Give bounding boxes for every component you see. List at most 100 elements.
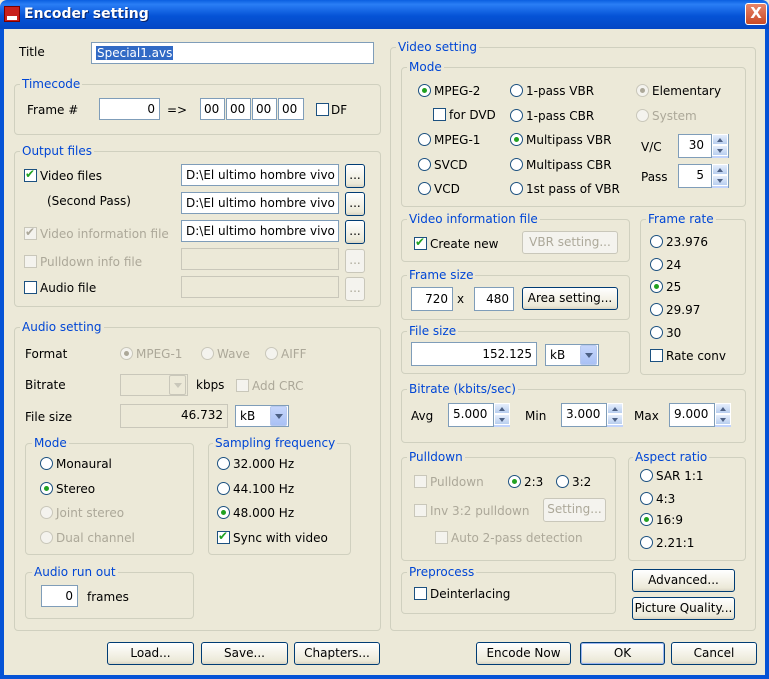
fps-24-radio[interactable] (650, 258, 663, 271)
ok-button[interactable]: OK (580, 642, 665, 665)
cancel-button[interactable]: Cancel (671, 642, 757, 665)
mode-monaural-radio[interactable] (40, 457, 53, 470)
vcd-radio[interactable] (418, 182, 431, 195)
fps-25-radio[interactable] (650, 280, 663, 293)
encode-now-button[interactable]: Encode Now (476, 642, 571, 665)
format-mpeg1-radio[interactable] (120, 347, 133, 360)
rate-conv-checkbox[interactable] (650, 349, 663, 362)
mode-joint-stereo-radio[interactable] (40, 506, 53, 519)
format-wave-radio[interactable] (201, 347, 214, 360)
pulldown-checkbox[interactable] (414, 475, 427, 488)
picture-quality-button[interactable]: Picture Quality... (632, 597, 735, 620)
pulldown-23-radio[interactable] (508, 475, 521, 488)
add-crc-checkbox[interactable] (236, 379, 249, 392)
avg-down-arrow-icon[interactable] (494, 414, 510, 425)
load-button[interactable]: Load... (107, 642, 194, 665)
df-checkbox[interactable] (316, 103, 329, 116)
pass-spinner[interactable] (711, 164, 728, 188)
browse-audio-button[interactable]: ... (345, 277, 365, 301)
rate-32000-radio[interactable] (217, 457, 230, 470)
vc-down-arrow-icon[interactable] (712, 145, 728, 156)
advanced-button[interactable]: Advanced... (632, 569, 735, 592)
pulldown-info-checkbox[interactable] (24, 255, 37, 268)
vbr-1pass-radio[interactable] (510, 84, 523, 97)
video-info-checkbox[interactable] (24, 225, 37, 240)
multipass-cbr-radio[interactable] (510, 158, 523, 171)
max-up-arrow-icon[interactable] (715, 403, 731, 414)
rate-32000-label: 32.000 Hz (233, 457, 295, 471)
frame-height-input[interactable]: 480 (474, 287, 514, 311)
mpeg2-radio[interactable] (418, 84, 431, 97)
deinterlacing-checkbox[interactable] (414, 587, 427, 600)
frame-width-input[interactable]: 720 (411, 287, 453, 311)
min-up-arrow-icon[interactable] (607, 403, 623, 414)
multipass-vbr-radio[interactable] (510, 133, 523, 146)
first-pass-vbr-radio[interactable] (510, 182, 523, 195)
pulldown-info-path[interactable] (181, 248, 339, 270)
aspect-43-radio[interactable] (640, 492, 653, 505)
video-filesize-legend: File size (407, 324, 459, 338)
system-radio[interactable] (636, 109, 649, 122)
audio-runout-input[interactable]: 0 (41, 585, 78, 607)
cbr-1pass-radio[interactable] (510, 109, 523, 122)
title-input[interactable]: Special1.avs (91, 42, 374, 64)
video-files-checkbox[interactable] (24, 167, 37, 182)
format-aiff-radio[interactable] (265, 347, 278, 360)
video-filesize-unit-dropdown[interactable] (580, 345, 597, 365)
avg-spinner[interactable] (493, 403, 510, 427)
timecode-minutes[interactable]: 00 (226, 98, 251, 120)
browse-video-info-button[interactable]: ... (345, 220, 365, 244)
max-down-arrow-icon[interactable] (715, 414, 731, 425)
video-filesize-input[interactable]: 152.125 (411, 342, 537, 366)
mpeg1-radio[interactable] (418, 133, 431, 146)
browse-second-pass-button[interactable]: ... (345, 192, 365, 216)
chapters-button[interactable]: Chapters... (294, 642, 380, 665)
close-button[interactable]: X (745, 3, 767, 25)
timecode-hours[interactable]: 00 (200, 98, 225, 120)
vc-up-arrow-icon[interactable] (712, 134, 728, 145)
rate-48000-radio[interactable] (217, 506, 230, 519)
browse-video-button[interactable]: ... (345, 164, 365, 188)
audio-filesize-unit-dropdown[interactable] (270, 406, 287, 426)
area-setting-button[interactable]: Area setting... (522, 287, 618, 310)
pulldown-32-radio[interactable] (556, 475, 569, 488)
audio-file-checkbox[interactable] (24, 281, 37, 294)
svcd-radio[interactable] (418, 158, 431, 171)
second-pass-path[interactable]: D:\El ultimo hombre vivo V (181, 192, 339, 214)
timecode-frames[interactable]: 00 (278, 98, 304, 120)
audio-file-path[interactable] (181, 276, 339, 298)
timecode-seconds[interactable]: 00 (252, 98, 277, 120)
pass-down-arrow-icon[interactable] (712, 175, 728, 186)
sync-video-checkbox[interactable] (217, 529, 230, 544)
browse-pulldown-button[interactable]: ... (345, 249, 365, 273)
avg-up-arrow-icon[interactable] (494, 403, 510, 414)
video-file-path[interactable]: D:\El ultimo hombre vivo V (181, 164, 339, 186)
audio-mode-legend: Mode (32, 436, 69, 450)
pulldown-setting-button[interactable]: Setting... (543, 498, 606, 522)
save-button[interactable]: Save... (201, 642, 288, 665)
min-spinner[interactable] (606, 403, 623, 427)
pass-up-arrow-icon[interactable] (712, 164, 728, 175)
min-down-arrow-icon[interactable] (607, 414, 623, 425)
aspect-221-radio[interactable] (640, 536, 653, 549)
for-dvd-checkbox[interactable] (433, 108, 446, 121)
fps-30-radio[interactable] (650, 326, 663, 339)
vbr-setting-button[interactable]: VBR setting... (522, 231, 618, 254)
max-spinner[interactable] (714, 403, 731, 427)
vc-spinner[interactable] (711, 134, 728, 158)
auto-2pass-checkbox[interactable] (435, 531, 448, 544)
mode-stereo-radio[interactable] (40, 482, 53, 495)
fps-23976-radio[interactable] (650, 235, 663, 248)
inv-pulldown-checkbox[interactable] (414, 504, 427, 517)
elementary-radio[interactable] (636, 84, 649, 97)
audio-bitrate-dropdown[interactable] (169, 375, 186, 395)
for-dvd-label: for DVD (449, 108, 496, 122)
aspect-sar-radio[interactable] (640, 469, 653, 482)
fps-2997-radio[interactable] (650, 303, 663, 316)
frame-number-input[interactable]: 0 (99, 98, 160, 120)
create-new-checkbox[interactable] (414, 235, 427, 250)
aspect-169-radio[interactable] (640, 513, 653, 526)
mode-dual-channel-radio[interactable] (40, 531, 53, 544)
rate-44100-radio[interactable] (217, 482, 230, 495)
video-info-path[interactable]: D:\El ultimo hombre vivo V (181, 220, 339, 242)
